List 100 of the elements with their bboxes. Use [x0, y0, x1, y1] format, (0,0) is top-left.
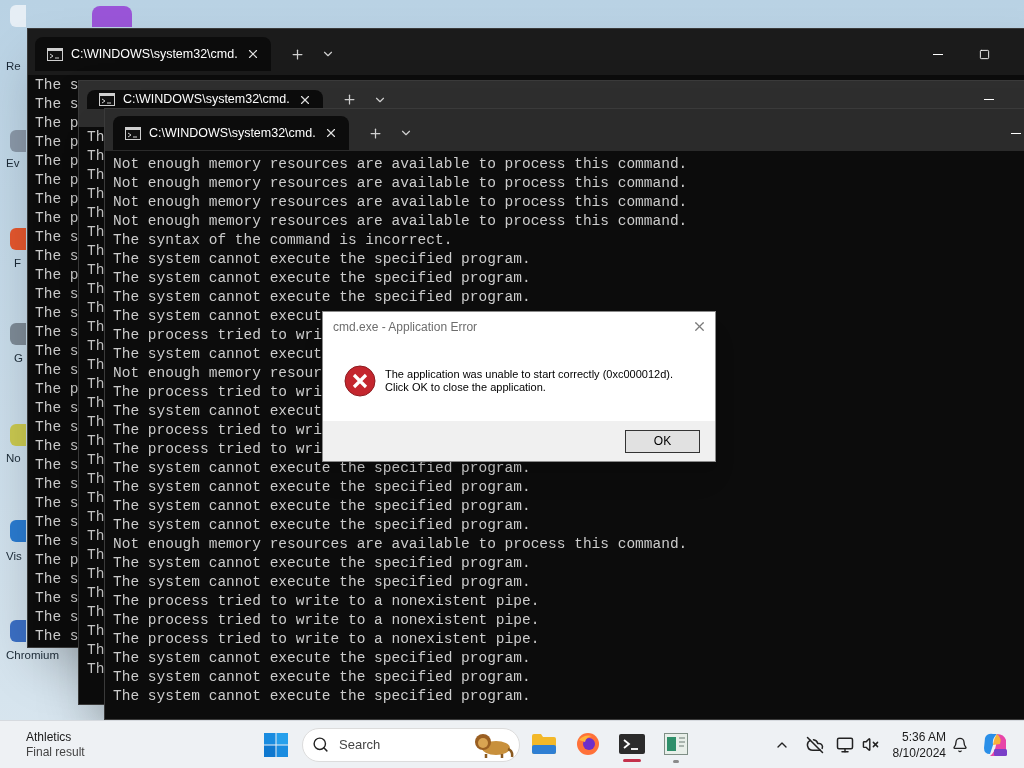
console-line: The s: [35, 285, 79, 304]
console-line: The process tried to wri: [113, 421, 322, 440]
minimize-icon: [984, 99, 994, 100]
tab[interactable]: C:\WINDOWS\system32\cmd.: [113, 116, 349, 150]
console-line: Th: [87, 394, 105, 413]
console-line: The system cannot execute the specified program.: [113, 250, 531, 269]
console-line: The system cannot execute the specified program.: [113, 573, 531, 592]
console-line: The s: [35, 304, 79, 323]
console-line: The s: [35, 418, 79, 437]
console-line: The system cannot execute the specified program.: [113, 668, 531, 687]
console-line: Th: [87, 565, 105, 584]
desktop-icon-label: G: [14, 351, 23, 366]
console-line: The s: [35, 228, 79, 247]
desktop-shortcut-icon[interactable]: [10, 130, 26, 152]
maximize-icon: [978, 48, 990, 60]
plus-icon: [341, 92, 357, 107]
dialog-title: cmd.exe - Application Error: [333, 318, 479, 336]
console-line: The process tried to write to a nonexistent pipe.: [113, 592, 540, 611]
console-line: The s: [35, 437, 79, 456]
console-line: The s: [35, 76, 79, 95]
console-line: The system cannot execut: [113, 307, 322, 326]
tab[interactable]: C:\WINDOWS\system32\cmd.: [35, 37, 271, 71]
console-line: The s: [35, 627, 79, 646]
bell-icon[interactable]: [952, 736, 968, 753]
desktop-shortcut-icon[interactable]: [10, 620, 26, 642]
console-line: Th: [87, 223, 105, 242]
desktop-icon-label: No: [6, 451, 21, 466]
console-line: Th: [87, 375, 105, 394]
muted-speaker-icon[interactable]: [861, 736, 879, 753]
folder-icon: [531, 732, 557, 755]
console-line: The p: [35, 114, 79, 133]
desktop-shortcut-icon[interactable]: [10, 520, 26, 542]
console-line: The s: [35, 361, 79, 380]
console-line: Th: [87, 147, 105, 166]
clock[interactable]: 5:36 AM 8/10/2024: [892, 728, 946, 761]
console-line: The s: [35, 475, 79, 494]
error-message: The application was unable to start correctly (0xc000012d). Click OK to close the application.: [385, 368, 673, 394]
colorful-app-icon[interactable]: [982, 731, 1008, 758]
minimize-icon: [1011, 132, 1021, 134]
console-line: Not enough memory resources are available to process this command.: [113, 174, 688, 193]
console-line: Not enough memory resources are available to process this command.: [113, 155, 688, 174]
terminal-icon: [619, 733, 645, 754]
console-line: The process tried to wri: [113, 326, 322, 345]
console-line: The p: [35, 209, 79, 228]
terminal-icon: [47, 47, 63, 61]
console-line: The system cannot execute the specified program.: [113, 516, 531, 535]
console-line: Th: [87, 470, 105, 489]
console-line: The p: [35, 551, 79, 570]
desktop-icon-label: Vis: [6, 549, 22, 564]
console-line: The system cannot execute the specified program.: [113, 687, 531, 706]
monitor-icon[interactable]: [835, 735, 854, 754]
plus-icon: [289, 46, 305, 62]
desktop-icon-label: Chromium: [6, 648, 60, 663]
widget-title[interactable]: Athletics: [26, 729, 72, 745]
console-line: The system cannot execut: [113, 402, 322, 421]
console-line: The p: [35, 171, 79, 190]
document-icon: [664, 732, 688, 755]
console-line: Th: [87, 204, 105, 223]
console-line: The process tried to wri: [113, 383, 322, 402]
console-line: The system cannot execute the specified program.: [113, 459, 531, 478]
search-field[interactable]: Search: [302, 727, 520, 762]
console-line: Th: [87, 261, 105, 280]
console-line: Th: [87, 166, 105, 185]
desktop-shortcut-icon[interactable]: [92, 6, 132, 27]
console-line: Not enough memory resources are available to process this command.: [113, 193, 688, 212]
console-line: The system cannot execut: [113, 345, 322, 364]
console-line: Th: [87, 489, 105, 508]
console-line: The s: [35, 323, 79, 342]
widget-subtitle[interactable]: Final result: [26, 744, 85, 760]
console-line: The p: [35, 152, 79, 171]
console-line: Th: [87, 242, 105, 261]
console-line: The syntax of the command is incorrect.: [113, 231, 453, 250]
console-line: Th: [87, 413, 105, 432]
console-line: The s: [35, 399, 79, 418]
plus-icon: [367, 125, 383, 141]
minimize-icon: [933, 53, 943, 55]
desktop-shortcut-icon[interactable]: [10, 323, 26, 345]
console-line: Th: [87, 280, 105, 299]
console-line: The s: [35, 608, 79, 627]
console-line: The p: [35, 133, 79, 152]
console-line: The p: [35, 380, 79, 399]
console-line: The system cannot execute the specified program.: [113, 554, 531, 573]
terminal-icon: [125, 126, 141, 140]
console-line: Th: [87, 527, 105, 546]
console-line: Th: [87, 622, 105, 641]
console-line: The process tried to write to a nonexistent pipe.: [113, 630, 540, 649]
console-line: Not enough memory resources are available to process this command.: [113, 535, 688, 554]
console-line: The s: [35, 494, 79, 513]
terminal-icon: [99, 93, 115, 106]
error-icon: [344, 365, 376, 397]
ok-button[interactable]: OK: [625, 429, 700, 453]
console-line: The system cannot execute the specified program.: [113, 497, 531, 516]
desktop-icon-label: Re: [6, 59, 21, 74]
tab[interactable]: C:\WINDOWS\system32\cmd.: [87, 90, 323, 109]
console-line: The p: [35, 190, 79, 209]
console-line: Th: [87, 356, 105, 375]
desktop-shortcut-icon[interactable]: [10, 228, 26, 250]
console-line: Th: [87, 432, 105, 451]
console-line: Th: [87, 185, 105, 204]
cloud-off-icon[interactable]: [805, 735, 824, 754]
